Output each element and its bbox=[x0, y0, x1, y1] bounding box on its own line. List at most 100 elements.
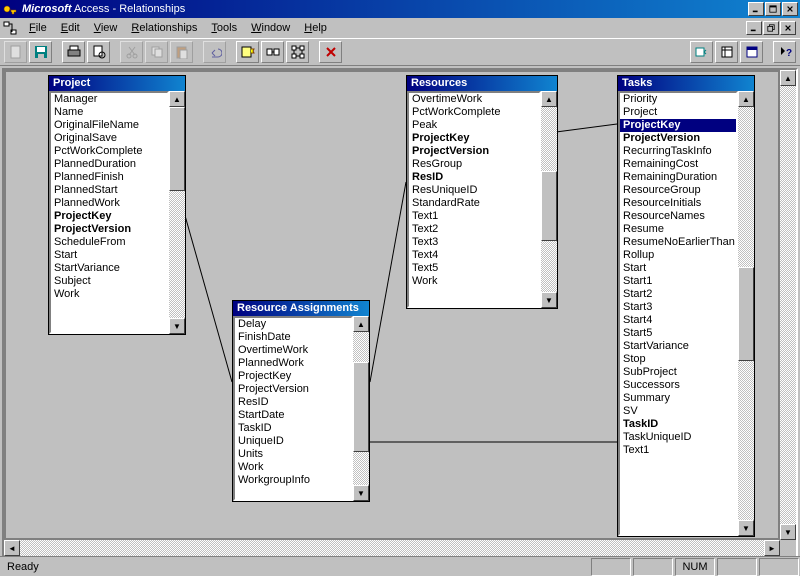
field-item[interactable]: Text1 bbox=[409, 210, 539, 223]
show-all-icon[interactable] bbox=[286, 41, 309, 63]
field-item[interactable]: StartDate bbox=[235, 409, 351, 422]
menu-window[interactable]: Window bbox=[244, 20, 297, 36]
field-item[interactable]: Delay bbox=[235, 318, 351, 331]
field-item[interactable]: Subject bbox=[51, 275, 167, 288]
back-icon[interactable] bbox=[690, 41, 713, 63]
save-icon[interactable] bbox=[29, 41, 52, 63]
field-item[interactable]: Work bbox=[409, 275, 539, 288]
field-item[interactable]: Text2 bbox=[409, 223, 539, 236]
field-item[interactable]: Text4 bbox=[409, 249, 539, 262]
field-item[interactable]: Name bbox=[51, 106, 167, 119]
table-scrollbar[interactable]: ▲▼ bbox=[169, 91, 185, 334]
table-scrollbar[interactable]: ▲▼ bbox=[353, 316, 369, 501]
field-item[interactable]: ResourceNames bbox=[620, 210, 736, 223]
field-item[interactable]: Text5 bbox=[409, 262, 539, 275]
menu-view[interactable]: View bbox=[87, 20, 125, 36]
help-icon[interactable]: ? bbox=[773, 41, 796, 63]
scroll-down-icon[interactable]: ▼ bbox=[738, 520, 754, 536]
field-item[interactable]: Start1 bbox=[620, 275, 736, 288]
workspace-scrollbar-v[interactable]: ▲ ▼ bbox=[780, 70, 796, 540]
scroll-thumb[interactable] bbox=[353, 362, 369, 452]
scroll-left-icon[interactable]: ◄ bbox=[4, 540, 20, 556]
field-item[interactable]: Start bbox=[620, 262, 736, 275]
doc-relationships-icon[interactable] bbox=[2, 20, 18, 36]
show-table-icon[interactable] bbox=[236, 41, 259, 63]
scroll-up-icon[interactable]: ▲ bbox=[738, 91, 754, 107]
field-item[interactable]: ProjectKey bbox=[620, 119, 736, 132]
table-header[interactable]: Project bbox=[49, 76, 185, 91]
paste-icon[interactable] bbox=[170, 41, 193, 63]
field-item[interactable]: Text3 bbox=[409, 236, 539, 249]
field-item[interactable]: OvertimeWork bbox=[409, 93, 539, 106]
field-item[interactable]: SV bbox=[620, 405, 736, 418]
field-item[interactable]: Work bbox=[51, 288, 167, 301]
field-item[interactable]: Start2 bbox=[620, 288, 736, 301]
doc-close-button[interactable] bbox=[780, 21, 796, 35]
field-item[interactable]: ProjectVersion bbox=[409, 145, 539, 158]
field-item[interactable]: ResUniqueID bbox=[409, 184, 539, 197]
field-item[interactable]: Start4 bbox=[620, 314, 736, 327]
table-resource_assignments[interactable]: Resource AssignmentsDelayFinishDateOvert… bbox=[232, 300, 370, 502]
field-item[interactable]: WorkgroupInfo bbox=[235, 474, 351, 487]
field-item[interactable]: ResourceInitials bbox=[620, 197, 736, 210]
field-item[interactable]: ResID bbox=[409, 171, 539, 184]
field-item[interactable]: UniqueID bbox=[235, 435, 351, 448]
new-object-icon[interactable] bbox=[715, 41, 738, 63]
field-item[interactable]: ProjectKey bbox=[409, 132, 539, 145]
scroll-down-icon[interactable]: ▼ bbox=[353, 485, 369, 501]
field-item[interactable]: ProjectVersion bbox=[620, 132, 736, 145]
scroll-down-icon[interactable]: ▼ bbox=[541, 292, 557, 308]
field-item[interactable]: OriginalFileName bbox=[51, 119, 167, 132]
menu-relationships[interactable]: Relationships bbox=[124, 20, 204, 36]
field-item[interactable]: ProjectVersion bbox=[51, 223, 167, 236]
field-item[interactable]: TaskUniqueID bbox=[620, 431, 736, 444]
scroll-up-icon[interactable]: ▲ bbox=[353, 316, 369, 332]
table-project[interactable]: Project ManagerNameOriginalFileNameOrigin… bbox=[48, 75, 186, 335]
scroll-thumb[interactable] bbox=[541, 171, 557, 241]
field-item[interactable]: StandardRate bbox=[409, 197, 539, 210]
field-item[interactable]: ResGroup bbox=[409, 158, 539, 171]
table-header[interactable]: Resource Assignments bbox=[233, 301, 369, 316]
field-item[interactable]: TaskID bbox=[235, 422, 351, 435]
field-item[interactable]: ResumeNoEarlierThan bbox=[620, 236, 736, 249]
table-header[interactable]: Tasks bbox=[618, 76, 754, 91]
scroll-right-icon[interactable]: ► bbox=[764, 540, 780, 556]
workspace-scrollbar-h[interactable]: ◄ ► bbox=[4, 540, 780, 556]
field-item[interactable]: ProjectVersion bbox=[235, 383, 351, 396]
scroll-up-icon[interactable]: ▲ bbox=[541, 91, 557, 107]
menu-tools[interactable]: Tools bbox=[204, 20, 244, 36]
field-item[interactable]: SubProject bbox=[620, 366, 736, 379]
field-item[interactable]: PlannedFinish bbox=[51, 171, 167, 184]
field-item[interactable]: Manager bbox=[51, 93, 167, 106]
field-item[interactable]: PctWorkComplete bbox=[51, 145, 167, 158]
field-item[interactable]: ProjectKey bbox=[235, 370, 351, 383]
field-item[interactable]: Priority bbox=[620, 93, 736, 106]
scroll-thumb[interactable] bbox=[169, 107, 185, 191]
field-item[interactable]: PlannedWork bbox=[235, 357, 351, 370]
field-item[interactable]: Units bbox=[235, 448, 351, 461]
field-item[interactable]: Rollup bbox=[620, 249, 736, 262]
field-item[interactable]: OvertimeWork bbox=[235, 344, 351, 357]
minimize-button[interactable] bbox=[748, 2, 764, 16]
field-item[interactable]: OriginalSave bbox=[51, 132, 167, 145]
field-item[interactable]: Summary bbox=[620, 392, 736, 405]
field-item[interactable]: Work bbox=[235, 461, 351, 474]
field-item[interactable]: Successors bbox=[620, 379, 736, 392]
field-item[interactable]: PlannedDuration bbox=[51, 158, 167, 171]
table-scrollbar[interactable]: ▲▼ bbox=[738, 91, 754, 536]
delete-icon[interactable] bbox=[319, 41, 342, 63]
field-item[interactable]: RecurringTaskInfo bbox=[620, 145, 736, 158]
doc-restore-button[interactable] bbox=[763, 21, 779, 35]
page-icon[interactable] bbox=[4, 41, 27, 63]
field-item[interactable]: RemainingDuration bbox=[620, 171, 736, 184]
field-item[interactable]: ResourceGroup bbox=[620, 184, 736, 197]
field-item[interactable]: PctWorkComplete bbox=[409, 106, 539, 119]
field-item[interactable]: StartVariance bbox=[51, 262, 167, 275]
database-window-icon[interactable] bbox=[740, 41, 763, 63]
field-item[interactable]: Stop bbox=[620, 353, 736, 366]
scroll-down-icon[interactable]: ▼ bbox=[169, 318, 185, 334]
close-button[interactable] bbox=[782, 2, 798, 16]
field-item[interactable]: Peak bbox=[409, 119, 539, 132]
field-item[interactable]: PlannedStart bbox=[51, 184, 167, 197]
copy-icon[interactable] bbox=[145, 41, 168, 63]
